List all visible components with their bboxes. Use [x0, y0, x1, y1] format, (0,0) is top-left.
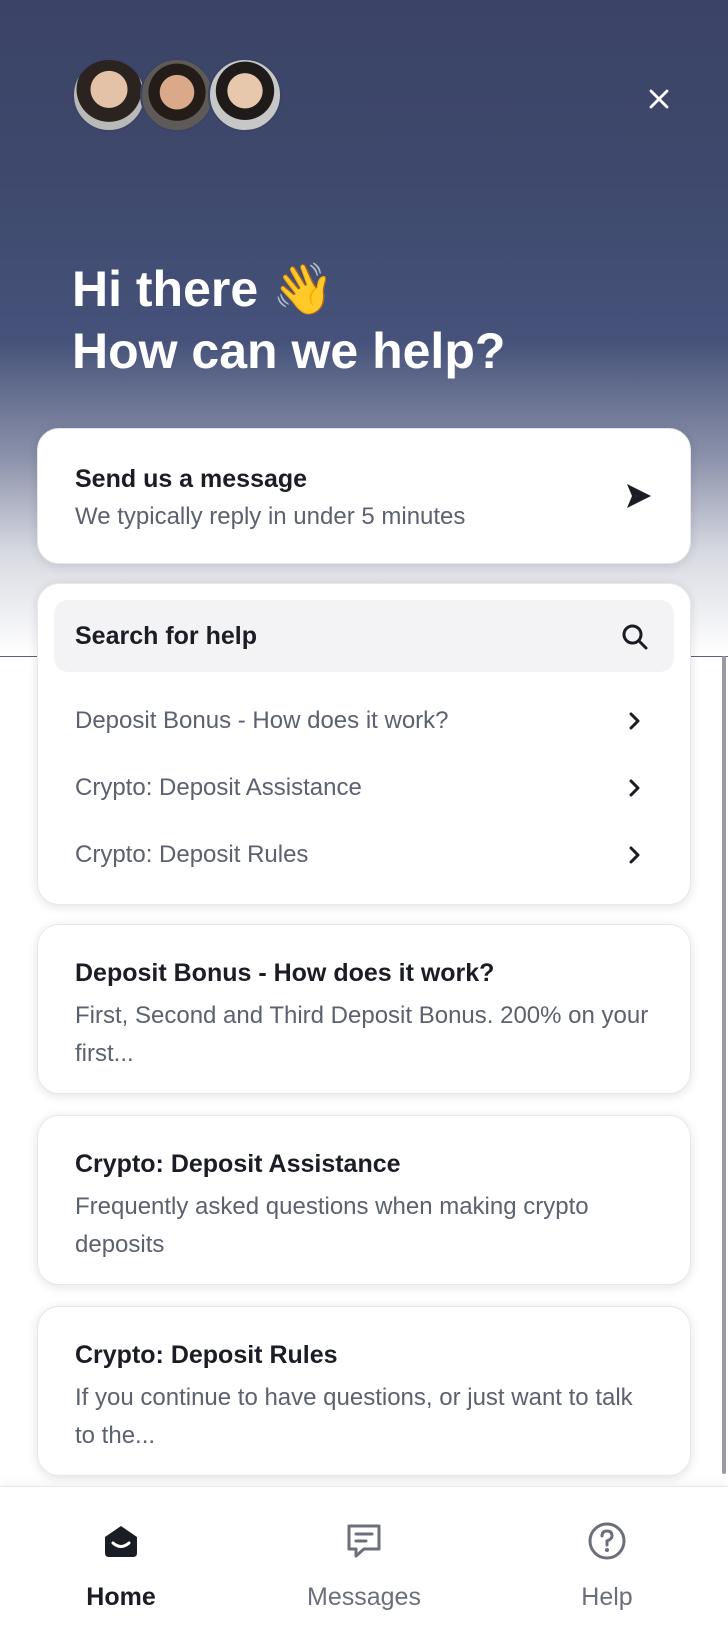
- help-icon: [588, 1522, 626, 1560]
- chevron-right-icon: [629, 779, 640, 797]
- nav-messages-label: Messages: [307, 1583, 421, 1611]
- nav-help-label: Help: [581, 1583, 633, 1611]
- article-card[interactable]: Deposit Bonus - How does it work? First,…: [37, 924, 691, 1094]
- article-description: First, Second and Third Deposit Bonus. 2…: [75, 1002, 649, 1067]
- nav-help[interactable]: Help: [507, 1487, 707, 1633]
- article-title: Deposit Bonus - How does it work?: [75, 959, 495, 987]
- messages-icon: [347, 1524, 381, 1558]
- help-link-item[interactable]: Crypto: Deposit Rules: [54, 824, 674, 886]
- article-card[interactable]: Crypto: Deposit Assistance Frequently as…: [37, 1115, 691, 1285]
- scrollbar[interactable]: [722, 656, 726, 1474]
- avatar: [140, 58, 214, 132]
- avatar: [72, 58, 146, 132]
- greeting-line-2: How can we help?: [72, 323, 506, 379]
- nav-messages[interactable]: Messages: [264, 1487, 464, 1633]
- article-title: Crypto: Deposit Rules: [75, 1341, 338, 1369]
- nav-home[interactable]: Home: [21, 1487, 221, 1633]
- help-link-label: Crypto: Deposit Assistance: [75, 774, 362, 801]
- nav-home-label: Home: [86, 1583, 156, 1611]
- search-help-input[interactable]: Search for help: [54, 600, 674, 672]
- send-message-title: Send us a message: [75, 465, 308, 493]
- close-icon: [649, 89, 669, 109]
- chevron-right-icon: [629, 712, 640, 730]
- send-message-card[interactable]: Send us a message We typically reply in …: [37, 428, 691, 564]
- home-icon: [105, 1526, 137, 1557]
- bottom-navigation: Home Messages Help: [0, 1486, 728, 1633]
- avatar: [208, 58, 282, 132]
- greeting-heading: Hi there 👋 How can we help?: [72, 258, 505, 382]
- article-title: Crypto: Deposit Assistance: [75, 1150, 401, 1178]
- send-icon: [627, 484, 651, 508]
- article-description: Frequently asked questions when making c…: [75, 1193, 589, 1258]
- help-link-label: Deposit Bonus - How does it work?: [75, 707, 449, 734]
- article-card[interactable]: Crypto: Deposit Rules If you continue to…: [37, 1306, 691, 1476]
- help-link-label: Crypto: Deposit Rules: [75, 841, 309, 868]
- help-link-item[interactable]: Deposit Bonus - How does it work?: [54, 690, 674, 752]
- send-message-subtitle: We typically reply in under 5 minutes: [75, 503, 466, 530]
- search-icon: [622, 624, 648, 650]
- article-description: If you continue to have questions, or ju…: [75, 1384, 633, 1449]
- help-link-item[interactable]: Crypto: Deposit Assistance: [54, 757, 674, 819]
- search-help-label: Search for help: [75, 622, 257, 650]
- close-button[interactable]: [634, 74, 684, 124]
- chevron-right-icon: [629, 846, 640, 864]
- greeting-line-1: Hi there 👋: [72, 261, 335, 317]
- help-search-card: Search for help Deposit Bonus - How does…: [37, 583, 691, 905]
